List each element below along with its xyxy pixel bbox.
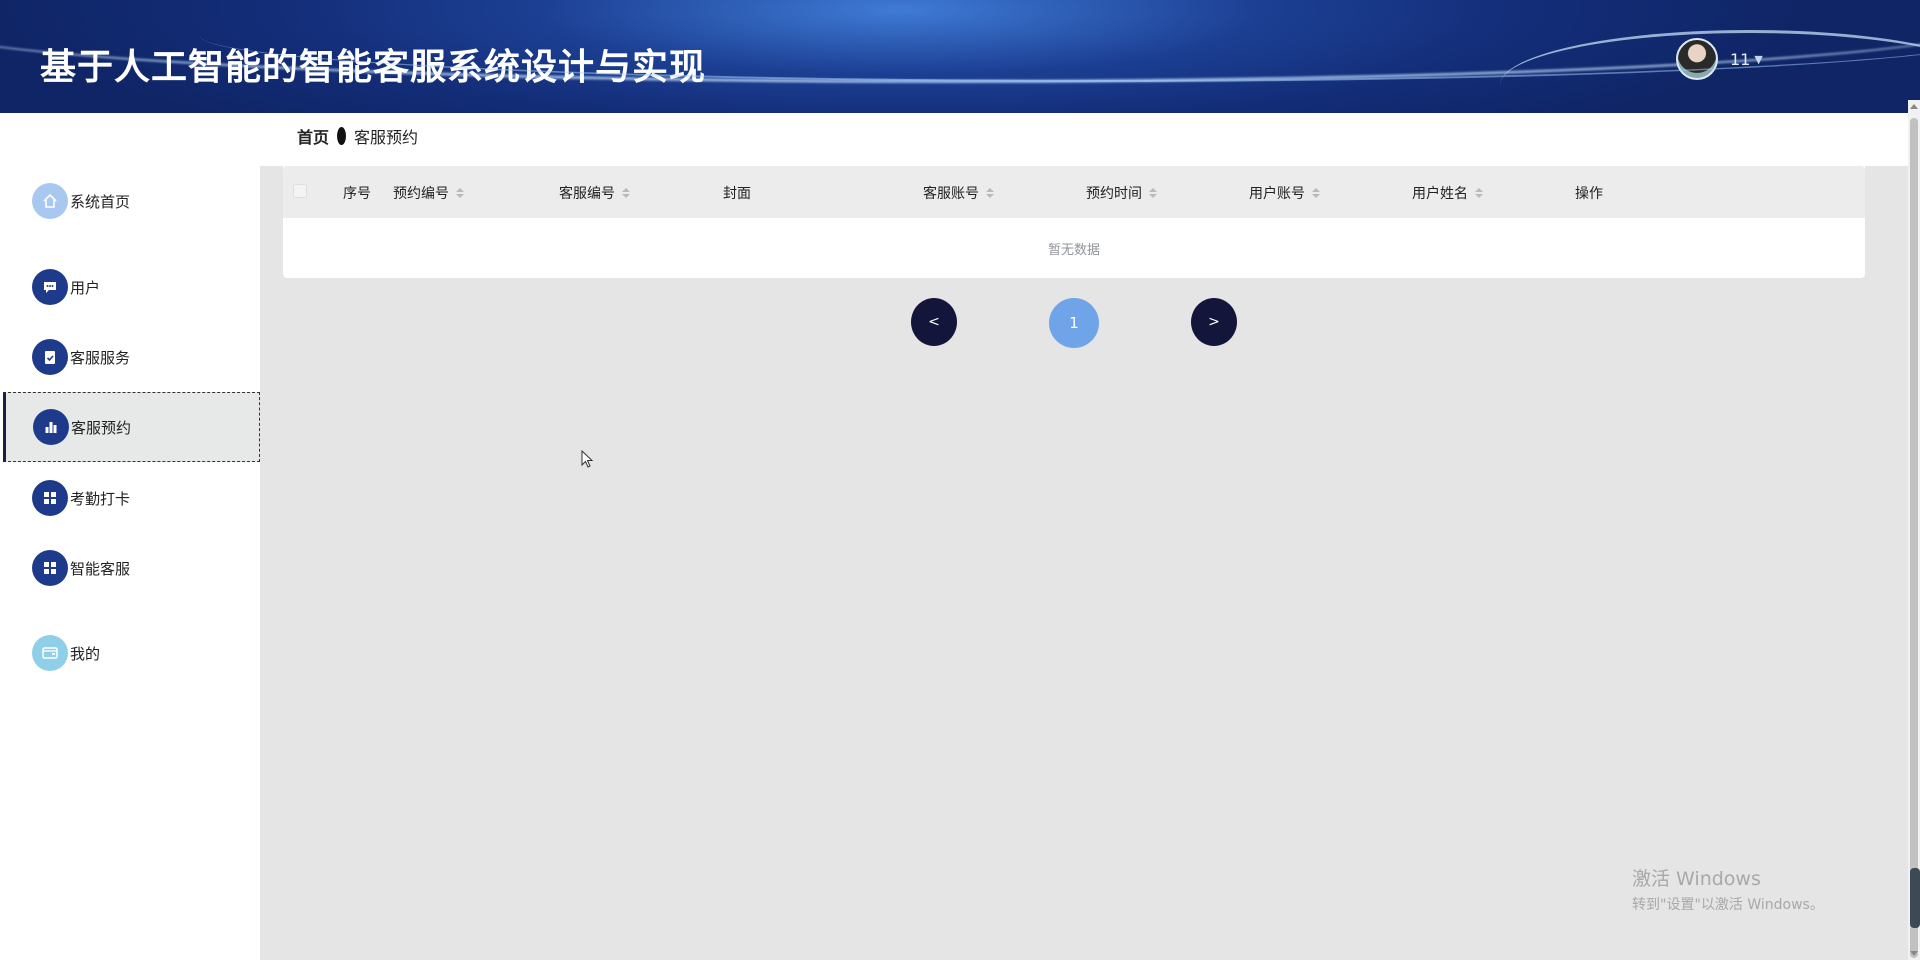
watermark-subtitle: 转到"设置"以激活 Windows。 xyxy=(1632,897,1824,913)
scroll-down-icon[interactable] xyxy=(1910,951,1918,956)
sidebar-item-appointment[interactable]: 客服预约 xyxy=(3,392,260,462)
table-body: 暂无数据 xyxy=(283,218,1865,278)
sidebar-item-label: 智能客服 xyxy=(70,559,131,578)
clipboard-check-icon xyxy=(32,339,68,375)
page-number-button[interactable]: 1 xyxy=(1049,298,1099,348)
sort-icon[interactable] xyxy=(456,188,464,198)
column-header: 封面 xyxy=(723,186,751,202)
sidebar-item-label: 客服预约 xyxy=(71,418,132,437)
column-header: 序号 xyxy=(343,186,371,202)
sidebar-item-smart-service[interactable]: 智能客服 xyxy=(0,533,260,603)
bar-chart-icon xyxy=(33,409,69,445)
scrollbar-thumb[interactable] xyxy=(1910,118,1918,958)
grid-icon xyxy=(32,550,68,586)
home-icon xyxy=(32,183,68,219)
main-content: 序号 预约编号 客服编号 封面 客服账号 预约时间 用户账号 用户姓名 操作 暂… xyxy=(260,166,1908,960)
column-header: 操作 xyxy=(1575,186,1603,202)
breadcrumb-current: 客服预约 xyxy=(354,128,419,147)
sidebar-item-service[interactable]: 客服服务 xyxy=(0,322,260,392)
pagination: < 1 > xyxy=(260,298,1908,348)
sidebar-item-mine[interactable]: 我的 xyxy=(0,618,260,688)
page-scrollbar[interactable] xyxy=(1908,100,1920,960)
sidebar-item-home[interactable]: 系统首页 xyxy=(0,166,260,236)
sidebar: 系统首页 用户 客服服务 客服预约 考勤打卡 智能客服 我的 xyxy=(0,113,260,960)
sort-icon[interactable] xyxy=(1475,188,1483,198)
side-tray-widget[interactable] xyxy=(1910,868,1920,928)
grid-icon xyxy=(32,480,68,516)
mouse-cursor-icon xyxy=(581,450,594,468)
column-header-sortable[interactable]: 用户账号 xyxy=(1249,183,1320,203)
appointment-table: 序号 预约编号 客服编号 封面 客服账号 预约时间 用户账号 用户姓名 操作 暂… xyxy=(283,166,1865,278)
sidebar-item-label: 系统首页 xyxy=(70,192,131,211)
sidebar-item-label: 我的 xyxy=(70,644,101,663)
sidebar-item-users[interactable]: 用户 xyxy=(0,252,260,322)
watermark-title: 激活 Windows xyxy=(1632,868,1761,890)
sort-icon[interactable] xyxy=(1149,188,1157,198)
column-header-sortable[interactable]: 用户姓名 xyxy=(1412,183,1483,203)
scroll-up-icon[interactable] xyxy=(1910,104,1918,109)
windows-activation-watermark: 激活 Windows 转到"设置"以激活 Windows。 xyxy=(1632,864,1824,914)
column-header-sortable[interactable]: 预约编号 xyxy=(393,183,464,203)
sidebar-item-label: 用户 xyxy=(70,278,101,297)
table-header: 序号 预约编号 客服编号 封面 客服账号 预约时间 用户账号 用户姓名 操作 xyxy=(283,166,1865,218)
prev-page-button[interactable]: < xyxy=(911,298,957,346)
breadcrumb: 首页 客服预约 xyxy=(297,124,418,148)
wallet-icon xyxy=(32,635,68,671)
sidebar-item-label: 客服服务 xyxy=(70,348,131,367)
app-header: 基于人工智能的智能客服系统设计与实现 11 ▼ xyxy=(0,0,1920,113)
username[interactable]: 11 xyxy=(1730,50,1750,69)
user-menu[interactable]: 11 ▼ xyxy=(1676,38,1763,80)
select-all-checkbox[interactable] xyxy=(293,184,307,198)
caret-down-icon[interactable]: ▼ xyxy=(1754,53,1762,66)
breadcrumb-separator-icon xyxy=(337,127,347,145)
next-page-button[interactable]: > xyxy=(1191,298,1237,346)
sidebar-item-attendance[interactable]: 考勤打卡 xyxy=(0,463,260,533)
column-header-sortable[interactable]: 客服编号 xyxy=(559,183,630,203)
breadcrumb-home[interactable]: 首页 xyxy=(297,124,329,148)
sort-icon[interactable] xyxy=(622,188,630,198)
avatar[interactable] xyxy=(1676,38,1718,80)
chat-icon xyxy=(32,269,68,305)
app-title: 基于人工智能的智能客服系统设计与实现 xyxy=(40,47,707,88)
sort-icon[interactable] xyxy=(986,188,994,198)
sidebar-item-label: 考勤打卡 xyxy=(70,489,131,508)
column-header-sortable[interactable]: 预约时间 xyxy=(1086,183,1157,203)
sort-icon[interactable] xyxy=(1312,188,1320,198)
column-header-sortable[interactable]: 客服账号 xyxy=(923,183,994,203)
empty-state: 暂无数据 xyxy=(1047,242,1100,258)
